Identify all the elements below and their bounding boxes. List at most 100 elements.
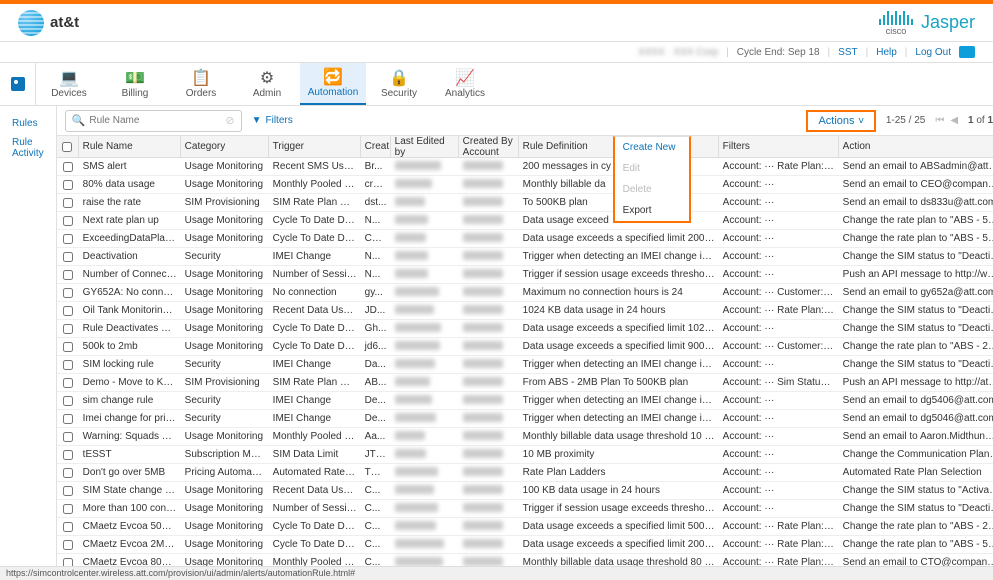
cell-action: Change the Communication Plan to "Demo..… — [839, 449, 993, 460]
row-checkbox[interactable] — [63, 540, 73, 550]
row-checkbox[interactable] — [63, 252, 73, 262]
cell-name: Demo - Move to Keep A... — [79, 377, 181, 388]
cell-last-edited-by — [391, 179, 459, 191]
table-row[interactable]: SIM State change to act... Usage Monitor… — [57, 482, 993, 500]
row-checkbox[interactable] — [63, 378, 73, 388]
table-row[interactable]: Deactivation Security IMEI Change N... T… — [57, 248, 993, 266]
row-checkbox[interactable] — [63, 162, 73, 172]
row-checkbox[interactable] — [63, 324, 73, 334]
nav-admin[interactable]: ⚙Admin — [234, 63, 300, 105]
table-row[interactable]: SIM locking rule Security IMEI Change Da… — [57, 356, 993, 374]
support-icon[interactable] — [959, 46, 975, 58]
row-checkbox[interactable] — [63, 180, 73, 190]
cell-filters: Account: ··· — [719, 467, 839, 478]
col-action[interactable]: Action — [839, 136, 993, 157]
prev-page-icon[interactable]: ◀ — [948, 115, 960, 126]
cell-category: Usage Monitoring — [181, 431, 269, 442]
table-row[interactable]: sim change rule Security IMEI Change De.… — [57, 392, 993, 410]
table-row[interactable]: Rule Deactivates SIM at... Usage Monitor… — [57, 320, 993, 338]
row-checkbox[interactable] — [63, 486, 73, 496]
col-last-edited-by[interactable]: Last Edited by — [391, 136, 459, 157]
nav-orders[interactable]: 📋Orders — [168, 63, 234, 105]
nav-automation[interactable]: 🔁Automation — [300, 63, 366, 105]
row-checkbox[interactable] — [63, 342, 73, 352]
row-checkbox[interactable] — [63, 468, 73, 478]
actions-button[interactable]: Actions ⅴ — [806, 110, 875, 132]
top-info-bar: XXXX · XXX Corp | Cycle End: Sep 18 | SS… — [0, 42, 993, 62]
col-filters[interactable]: Filters — [719, 136, 839, 157]
row-checkbox[interactable] — [63, 270, 73, 280]
row-checkbox[interactable] — [63, 360, 73, 370]
cell-action: Change the SIM status to "Deactivated" — [839, 251, 993, 262]
table-row[interactable]: ExceedingDataPlanSaver Usage Monitoring … — [57, 230, 993, 248]
cell-action: Change the rate plan to "ABS - 2MB Plan" — [839, 521, 993, 532]
table-row[interactable]: tESST Subscription Man... SIM Data Limit… — [57, 446, 993, 464]
row-checkbox[interactable] — [63, 216, 73, 226]
row-checkbox[interactable] — [63, 288, 73, 298]
clear-icon[interactable]: ⊘ — [225, 114, 234, 127]
cell-name: SMS alert — [79, 161, 181, 172]
nav-devices[interactable]: 💻Devices — [36, 63, 102, 105]
table-row[interactable]: CMaetz Evcoa 80% of 5... Usage Monitorin… — [57, 554, 993, 566]
table-row[interactable]: Next rate plan up Usage Monitoring Cycle… — [57, 212, 993, 230]
table-row[interactable]: GY652A: No connectio... Usage Monitoring… — [57, 284, 993, 302]
table-row[interactable]: More than 100 connecti... Usage Monitori… — [57, 500, 993, 518]
table-row[interactable]: Warning: Squads have ... Usage Monitorin… — [57, 428, 993, 446]
help-link[interactable]: Help — [876, 47, 897, 58]
cell-rule-definition: Trigger when detecting an IMEI change in… — [519, 413, 719, 424]
cell-action: Change the rate plan to "ABS - 5MB Plan" — [839, 215, 993, 226]
nav-billing[interactable]: 💵Billing — [102, 63, 168, 105]
cell-action: Change the SIM status to "Deactivated" — [839, 503, 993, 514]
cell-trigger: IMEI Change — [269, 251, 361, 262]
row-checkbox[interactable] — [63, 414, 73, 424]
col-rule-name[interactable]: Rule Name — [79, 136, 181, 157]
row-checkbox[interactable] — [63, 396, 73, 406]
cell-category: Usage Monitoring — [181, 287, 269, 298]
row-checkbox[interactable] — [63, 558, 73, 567]
col-created-by[interactable]: Creat — [361, 136, 391, 157]
sidebar-rules[interactable]: Rules — [0, 114, 56, 133]
cell-created-by: Da... — [361, 359, 391, 370]
nav-analytics[interactable]: 📈Analytics — [432, 63, 498, 105]
cell-last-edited-by — [391, 539, 459, 551]
select-all-checkbox[interactable] — [62, 142, 72, 152]
table-row[interactable]: CMaetz Evcoa 2MB to 5... Usage Monitorin… — [57, 536, 993, 554]
table-row[interactable]: Oil Tank Monitoring ove... Usage Monitor… — [57, 302, 993, 320]
search-input[interactable] — [89, 115, 221, 126]
table-row[interactable]: 500k to 2mb Usage Monitoring Cycle To Da… — [57, 338, 993, 356]
page-indicator: 1 of 1 — [968, 115, 993, 126]
col-category[interactable]: Category — [181, 136, 269, 157]
table-row[interactable]: Don't go over 5MB Pricing Automation Aut… — [57, 464, 993, 482]
table-row[interactable]: SMS alert Usage Monitoring Recent SMS Us… — [57, 158, 993, 176]
table-row[interactable]: raise the rate SIM Provisioning SIM Rate… — [57, 194, 993, 212]
sst-link[interactable]: SST — [838, 47, 857, 58]
cell-filters: Account: ··· Customer: D... — [719, 341, 839, 352]
row-checkbox[interactable] — [63, 234, 73, 244]
sidebar-rule-activity[interactable]: Rule Activity — [0, 133, 56, 163]
col-created-by-account[interactable]: Created By Account — [459, 136, 519, 157]
search-box[interactable]: 🔍 ⊘ — [65, 110, 242, 132]
table-row[interactable]: Imei change for priority ... Security IM… — [57, 410, 993, 428]
filters-button[interactable]: ▼ Filters — [252, 115, 293, 126]
nav-security[interactable]: 🔒Security — [366, 63, 432, 105]
menu-create-new[interactable]: Create New — [615, 137, 689, 158]
row-checkbox[interactable] — [63, 432, 73, 442]
table-row[interactable]: Demo - Move to Keep A... SIM Provisionin… — [57, 374, 993, 392]
nav-collapse[interactable] — [0, 63, 36, 105]
billing-icon: 💵 — [126, 70, 144, 86]
first-page-icon[interactable]: ⏮ — [933, 115, 946, 126]
table-row[interactable]: CMaetz Evcoa 500KB t... Usage Monitoring… — [57, 518, 993, 536]
row-checkbox[interactable] — [63, 504, 73, 514]
menu-export[interactable]: Export — [615, 200, 689, 221]
row-checkbox[interactable] — [63, 450, 73, 460]
col-trigger[interactable]: Trigger — [269, 136, 361, 157]
grid-header: Rule Name Category Trigger Creat Last Ed… — [57, 136, 993, 158]
cell-name: Imei change for priority ... — [79, 413, 181, 424]
logout-link[interactable]: Log Out — [915, 47, 951, 58]
row-checkbox[interactable] — [63, 198, 73, 208]
cell-action: Change the SIM status to "Deactivated" — [839, 359, 993, 370]
table-row[interactable]: 80% data usage Usage Monitoring Monthly … — [57, 176, 993, 194]
row-checkbox[interactable] — [63, 306, 73, 316]
table-row[interactable]: Number of Connections... Usage Monitorin… — [57, 266, 993, 284]
row-checkbox[interactable] — [63, 522, 73, 532]
